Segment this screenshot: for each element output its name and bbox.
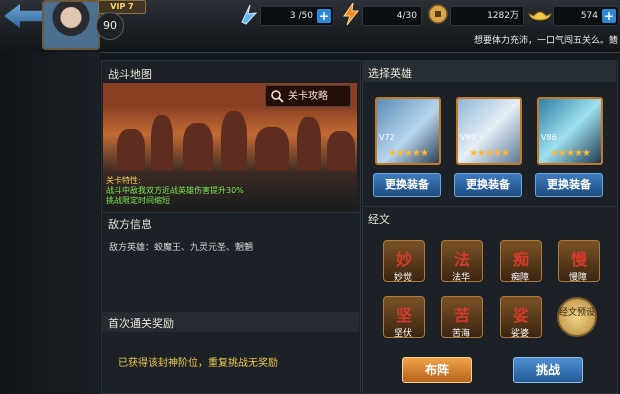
hero-stars: ★★★★★	[469, 148, 510, 159]
select-hero-title: 选择英雄	[368, 67, 412, 80]
energy-value: 4/30	[396, 11, 417, 21]
coin-icon	[428, 4, 448, 24]
gold-ingot-icon	[528, 11, 552, 21]
hero-level: V72	[379, 133, 395, 142]
add-stamina-button[interactable]: +	[317, 9, 331, 23]
left-background	[0, 52, 100, 393]
energy-counter: 4/30	[362, 6, 422, 26]
strategy-button[interactable]: 关卡攻略	[265, 85, 351, 107]
map-rock	[117, 129, 145, 171]
map-rock	[297, 117, 321, 171]
strategy-label: 关卡攻略	[288, 91, 328, 102]
coin-counter: 1282万	[450, 6, 524, 26]
lightning-icon	[343, 2, 360, 26]
map-features: 关卡特性: 战斗中敌我双方近战英雄伤害提升30% 挑战限定时间缩短	[106, 176, 244, 206]
hero-level: V89	[460, 133, 476, 142]
hero-stars: ★★★★★	[388, 148, 429, 159]
map-rock	[221, 111, 247, 171]
first-reward-text: 已获得该封神阶位，重复挑战无奖励	[118, 358, 278, 369]
scriptures-title: 经文	[368, 213, 390, 226]
map-rock	[255, 127, 289, 171]
feature-line: 战斗中敌我双方近战英雄伤害提升30%	[106, 186, 244, 195]
hero-level: V86	[541, 133, 557, 142]
challenge-button[interactable]: 挑战	[513, 357, 583, 383]
scripture-preset-button[interactable]: 经文预设	[557, 297, 597, 337]
scripture-label: 慢障	[568, 273, 587, 283]
map-rock	[151, 115, 173, 171]
announcement-marquee: 想要体力充沛，一口气闯五关么。鳍	[473, 36, 618, 46]
scripture-label: 苦海	[451, 329, 470, 339]
magnifier-icon	[271, 90, 284, 103]
features-heading: 关卡特性:	[106, 176, 141, 185]
enemy-info-title: 敌方信息	[108, 218, 152, 231]
scripture-label: 痴障	[510, 273, 529, 283]
change-equipment-button[interactable]: 更换装备	[373, 173, 441, 197]
scripture-label: 娑婆	[510, 329, 529, 339]
change-equipment-button[interactable]: 更换装备	[454, 173, 522, 197]
feature-line: 挑战限定时间缩短	[106, 196, 170, 205]
scripture-label: 妙觉	[393, 273, 412, 283]
stamina-icon	[241, 4, 258, 25]
map-rock	[183, 123, 213, 171]
map-rock	[327, 131, 355, 171]
add-gold-button[interactable]: +	[602, 9, 616, 23]
first-reward-title: 首次通关奖励	[108, 317, 174, 330]
coin-value: 1282万	[487, 11, 519, 21]
player-level: 90	[96, 12, 124, 40]
gold-counter: 574 +	[553, 6, 619, 26]
scripture-label: 法华	[451, 273, 470, 283]
change-equipment-button[interactable]: 更换装备	[535, 173, 603, 197]
battle-map-title: 战斗地图	[108, 68, 152, 81]
hero-stars: ★★★★★	[550, 148, 591, 159]
stamina-counter: 3 /50 +	[260, 6, 334, 26]
scripture-label: 坚伏	[393, 329, 412, 339]
formation-button[interactable]: 布阵	[402, 357, 472, 383]
player-avatar[interactable]	[42, 0, 100, 50]
enemy-heroes-text: 敌方英雄：蛟魔王、九灵元圣、魍魉	[109, 243, 254, 253]
